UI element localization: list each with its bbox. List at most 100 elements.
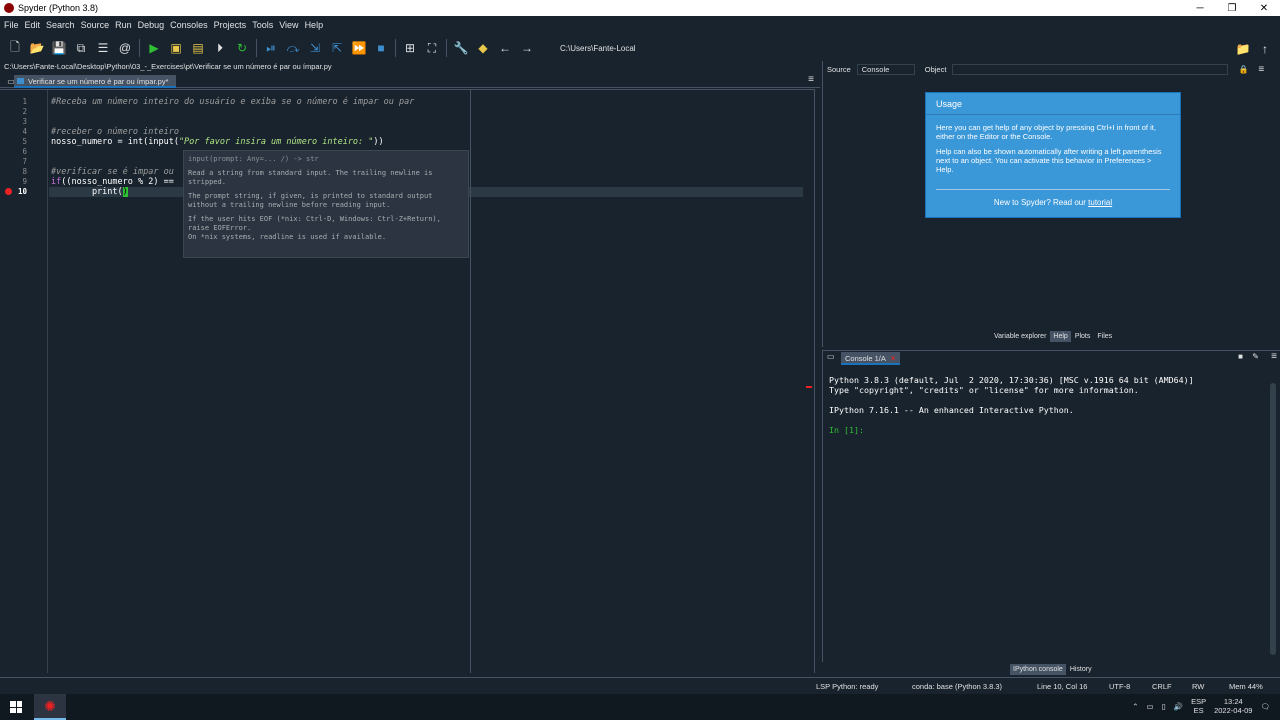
status-conda: conda: base (Python 3.8.3) [912,682,1003,691]
status-encoding: UTF-8 [1109,682,1131,691]
editor-tab-bar: ▭ Verificar se um número é par ou ímpar.… [0,73,820,88]
save-icon[interactable]: 💾 [48,37,70,59]
debug-icon[interactable]: ⏯ [260,37,282,59]
help-options-menu-icon[interactable]: ≡ [1258,64,1264,75]
status-position: Line 10, Col 16 [1037,682,1088,691]
back-arrow-icon[interactable]: ← [494,37,516,59]
usage-title: Usage [926,93,1180,115]
editor-file-path: C:\Users\Fante-Local\Desktop\Python\03_-… [4,62,332,71]
menu-edit[interactable]: Edit [25,20,41,30]
minimize-button[interactable]: ─ [1184,3,1216,14]
clock[interactable]: 13:24 2022-04-09 [1214,697,1252,715]
continue-icon[interactable]: ⏩ [348,37,370,59]
object-input[interactable] [952,63,1229,75]
run-icon[interactable]: ▶ [143,37,165,59]
toolbar-separator [256,39,257,57]
at-icon[interactable]: @ [114,37,136,59]
open-file-icon[interactable]: 📂 [26,37,48,59]
close-console-icon[interactable]: ✕ [890,354,896,363]
windows-start-icon[interactable] [10,701,22,713]
line-number: 8 [22,167,27,176]
edge-line [470,90,471,673]
run-selection-icon[interactable]: ⏵ [209,37,231,59]
tab-files[interactable]: Files [1094,331,1116,342]
code-editor[interactable]: 1 2 3 4 5 6 7 8 9 10 #Receba um número i… [0,89,815,673]
window-title: Spyder (Python 3.8) [18,3,99,13]
line-number-current: 10 [17,187,27,196]
editor-file-tab[interactable]: Verificar se um número é par ou ímpar.py… [14,75,177,88]
notifications-icon[interactable]: 🗨 [1260,702,1270,711]
menu-tools[interactable]: Tools [252,20,273,30]
save-all-icon[interactable]: ⧉ [70,37,92,59]
toolbar-separator [446,39,447,57]
menu-source[interactable]: Source [81,20,110,30]
step-return-icon[interactable]: ⇱ [326,37,348,59]
tab-variable-explorer[interactable]: Variable explorer [991,331,1050,342]
browse-folder-icon[interactable]: 📁 [1232,38,1254,60]
status-bar: LSP Python: ready conda: base (Python 3.… [0,677,1280,694]
language-indicator[interactable]: ESP ES [1191,697,1206,715]
tab-history[interactable]: History [1067,664,1095,675]
menu-run[interactable]: Run [115,20,132,30]
console-tab[interactable]: Console 1/A ✕ [841,352,901,365]
close-button[interactable]: ✕ [1248,3,1280,14]
menu-search[interactable]: Search [46,20,75,30]
menu-view[interactable]: View [279,20,298,30]
editor-options-menu-icon[interactable]: ≡ [808,74,814,85]
spyder-taskbar-icon[interactable]: ✺ [34,694,66,720]
toolbar-separator [139,39,140,57]
tutorial-link[interactable]: tutorial [1088,198,1112,207]
menu-help[interactable]: Help [305,20,324,30]
maximize-pane-icon[interactable]: ⊞ [399,37,421,59]
title-bar: Spyder (Python 3.8) ─ ❐ ✕ [0,0,1280,16]
battery-icon[interactable]: ▯ [1162,702,1166,711]
menu-file[interactable]: File [4,20,19,30]
python-path-icon[interactable]: ◆ [472,37,494,59]
tray-chevron-icon[interactable]: ⌃ [1132,702,1138,711]
stop-icon[interactable]: ■ [370,37,392,59]
code-line-5: nosso_numero = int(input("Por favor insi… [51,137,384,147]
console-options-menu-icon[interactable]: ≡ [1271,351,1277,362]
working-directory-input[interactable]: C:\Users\Fante-Local [556,40,1232,55]
parent-directory-icon[interactable]: ↑ [1254,38,1276,60]
new-file-icon[interactable]: 🗋 [4,37,26,59]
source-select[interactable]: Console [856,63,915,75]
breakpoint-marker[interactable] [5,188,12,195]
rerun-icon[interactable]: ↻ [231,37,253,59]
menu-bar: File Edit Search Source Run Debug Consol… [0,16,1280,34]
console-tab-bar: ▭ Console 1/A ✕ ■ ✎ ≡ [823,351,1280,366]
line-number: 4 [22,127,27,136]
tab-ipython-console[interactable]: IPython console [1010,664,1066,675]
console-prompt: In [1]: [829,425,864,435]
stop-kernel-icon[interactable]: ■ [1238,352,1243,361]
console-line: IPython 7.16.1 -- An enhanced Interactiv… [829,405,1074,415]
browse-console-tabs-icon[interactable]: ▭ [827,352,835,361]
preferences-wrench-icon[interactable]: 🔧 [450,37,472,59]
usage-box: Usage Here you can get help of any objec… [925,92,1181,218]
run-cell-advance-icon[interactable]: ▤ [187,37,209,59]
menu-consoles[interactable]: Consoles [170,20,208,30]
maximize-button[interactable]: ❐ [1216,3,1248,14]
step-icon[interactable]: ⤼ [282,37,304,59]
console-output[interactable]: Python 3.8.3 (default, Jul 2 2020, 17:30… [829,375,1194,435]
usage-text: Help can also be shown automatically aft… [936,147,1162,174]
clock-time: 13:24 [1223,697,1243,706]
lock-icon[interactable]: 🔒 [1238,65,1248,74]
volume-icon[interactable]: 🔊 [1174,702,1183,711]
network-icon[interactable]: ▭ [1147,702,1154,711]
clock-date: 2022-04-09 [1214,706,1253,715]
help-pane-tabs: Variable explorer Help Plots Files [991,331,1116,342]
list-icon[interactable]: ☰ [92,37,114,59]
menu-debug[interactable]: Debug [138,20,165,30]
line-number: 2 [22,107,27,116]
fullscreen-icon[interactable]: ⛶ [421,37,443,59]
tab-plots[interactable]: Plots [1071,331,1094,342]
tab-help[interactable]: Help [1050,331,1071,342]
line-number: 1 [22,97,27,106]
clear-console-icon[interactable]: ✎ [1252,352,1259,361]
console-scrollbar[interactable] [1270,383,1276,655]
run-cell-icon[interactable]: ▣ [165,37,187,59]
menu-projects[interactable]: Projects [214,20,247,30]
forward-arrow-icon[interactable]: → [516,37,538,59]
step-into-icon[interactable]: ⇲ [304,37,326,59]
